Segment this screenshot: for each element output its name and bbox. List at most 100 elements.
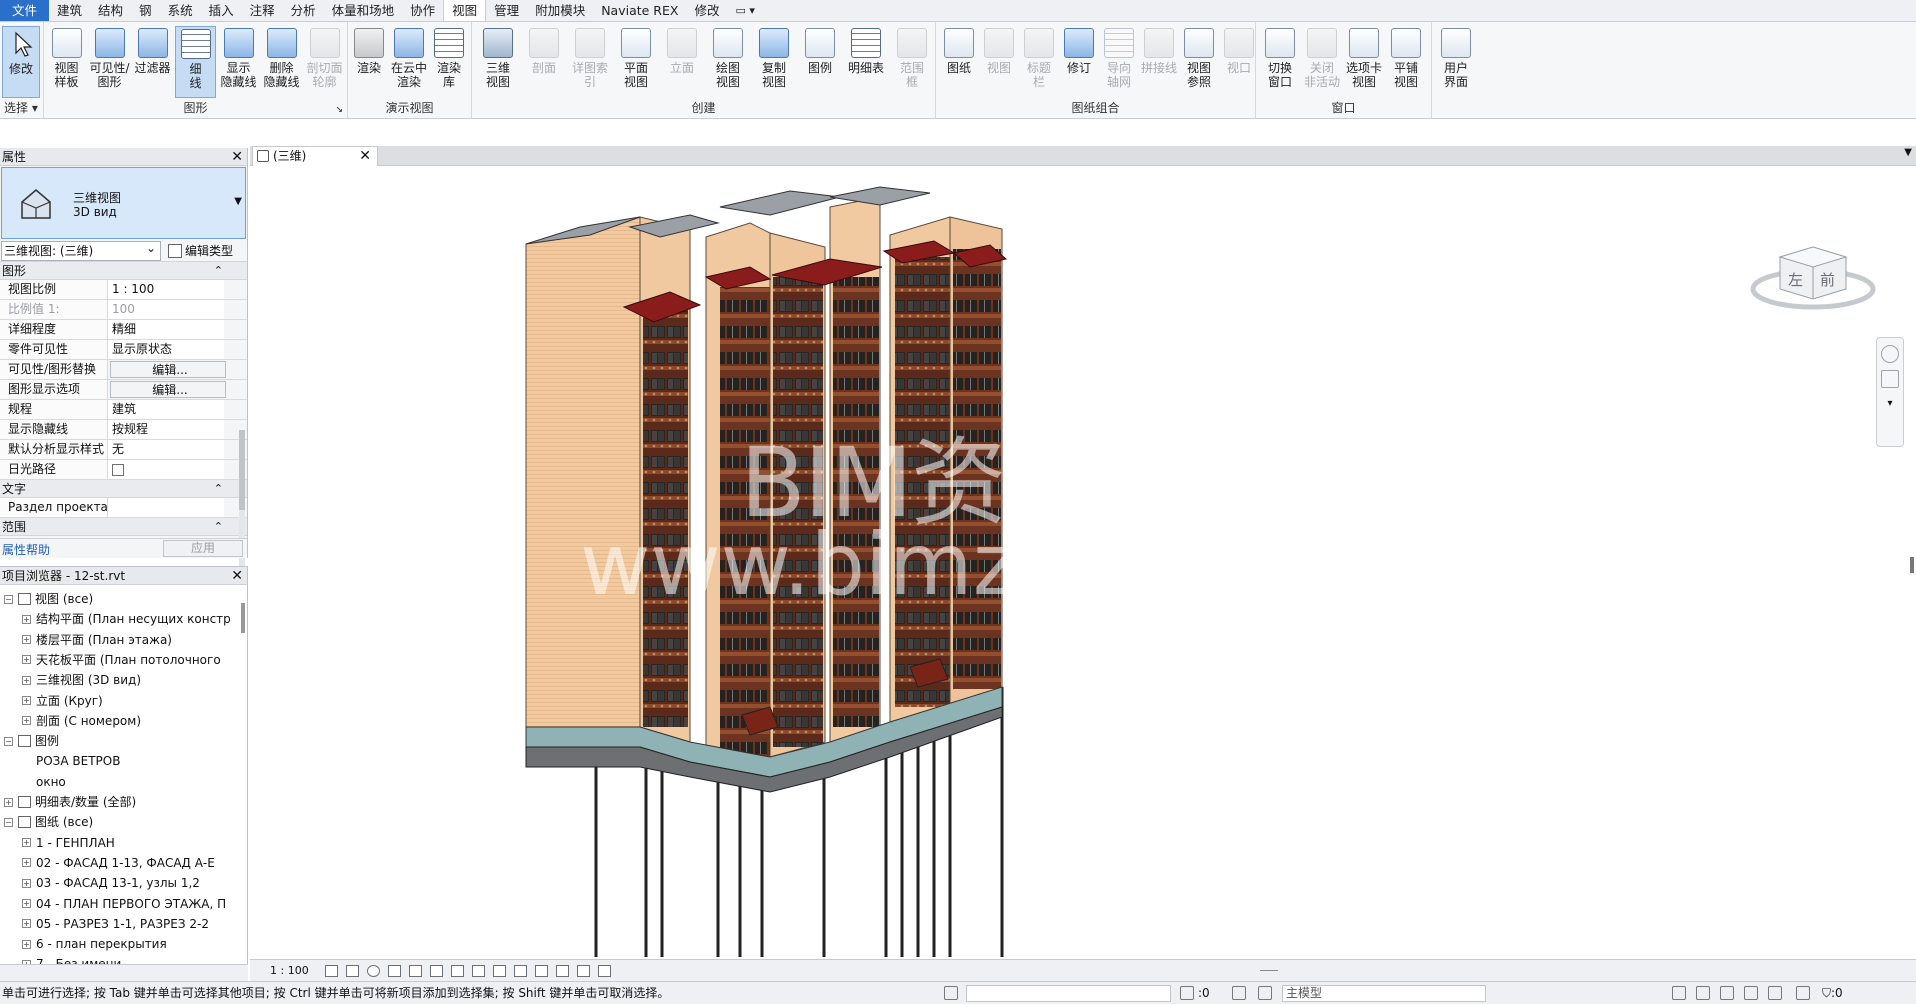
tree-node[interactable]: +05 - РАЗРЕЗ 1-1, РАЗРЕЗ 2-2 [22, 914, 209, 934]
menu-tab-13[interactable]: Naviate REX [593, 0, 686, 21]
create-button-7[interactable]: 图例 [798, 26, 842, 98]
expand-icon[interactable]: + [22, 675, 31, 685]
graphics-button-5[interactable]: 删除 隐藏线 [261, 26, 302, 98]
menu-tab-4[interactable]: 系统 [160, 0, 201, 21]
window-button-0[interactable]: 切换 窗口 [1260, 26, 1300, 98]
tree-node[interactable]: +04 - ПЛАН ПЕРВОГО ЭТАЖА, П [22, 894, 226, 914]
create-button-4[interactable]: 立面 [660, 26, 704, 98]
tree-node[interactable]: +02 - ФАСАД 1-13, ФАСАД А-Е [22, 853, 215, 873]
tree-node[interactable]: +7 - Без имени [22, 954, 121, 964]
detail-level-icon[interactable] [324, 964, 338, 977]
tree-node[interactable]: окно [22, 772, 66, 792]
graphics-button-0[interactable]: 视图 样板 [46, 26, 87, 98]
present-button-2[interactable]: 渲染 库 [430, 26, 468, 98]
property-edit-button[interactable]: 编辑... [110, 361, 226, 378]
tree-node[interactable]: +6 - план перекрытия [22, 934, 167, 954]
tree-node[interactable]: +03 - ФАСАД 13-1, узлы 1,2 [22, 873, 200, 893]
drag-elements-icon[interactable] [1768, 986, 1782, 1000]
zoom-icon[interactable] [1881, 370, 1899, 388]
edit-type-button[interactable]: 编辑类型 [168, 242, 233, 259]
sheet-button-1[interactable]: 视图 [980, 26, 1018, 98]
create-button-1[interactable]: 剖面 [522, 26, 566, 98]
graphics-button-1[interactable]: 可见性/ 图形 [89, 26, 130, 98]
close-icon[interactable]: ✕ [231, 567, 243, 585]
viewcube[interactable]: 左 前 [1748, 227, 1878, 317]
editing-requests-icon[interactable] [1232, 986, 1246, 1000]
type-selector[interactable]: 三维视图 3D вид ▼ [1, 167, 246, 239]
expand-icon[interactable]: + [22, 838, 31, 848]
expand-icon[interactable]: + [22, 858, 31, 868]
reveal-hidden-icon[interactable] [513, 964, 527, 977]
property-section-header[interactable]: 范围 [0, 518, 247, 536]
tree-node[interactable]: − 图例 [4, 731, 59, 751]
user-interface-button[interactable]: 用户 界面 [1436, 26, 1476, 98]
view-tab-3d[interactable]: (三维) ✕ [252, 146, 378, 166]
select-by-face-icon[interactable] [1744, 986, 1758, 1000]
menu-tab-7[interactable]: 分析 [283, 0, 324, 21]
present-button-1[interactable]: 在云中 渲染 [390, 26, 428, 98]
design-options-icon[interactable] [1258, 986, 1272, 1000]
menu-tab-12[interactable]: 附加模块 [527, 0, 593, 21]
tree-node[interactable]: РОЗА ВЕТРОВ [22, 751, 120, 771]
menu-tab-1[interactable]: 建筑 [49, 0, 90, 21]
collapse-icon[interactable]: − [4, 736, 13, 746]
menu-tab-2[interactable]: 结构 [90, 0, 131, 21]
expand-icon[interactable]: + [22, 939, 31, 949]
tree-node[interactable]: + 明细表/数量 (全部) [4, 792, 136, 812]
tab-menu-icon[interactable]: ▼ [1904, 147, 1912, 158]
tree-node[interactable]: + 三维视图 (3D вид) [22, 670, 141, 690]
render-icon[interactable] [408, 964, 422, 977]
menu-tab-10[interactable]: 视图 [443, 0, 487, 21]
select-panel-label[interactable]: 选择 ▾ [0, 99, 43, 116]
property-value[interactable] [108, 498, 224, 517]
filter-selection-icon[interactable] [1180, 986, 1194, 1000]
tree-node[interactable]: − 图纸 (все) [4, 812, 93, 832]
sun-path-checkbox[interactable] [112, 463, 124, 476]
graphics-button-6[interactable]: 剖切面 轮廓 [304, 26, 345, 98]
show-crop-region-icon[interactable] [450, 964, 464, 977]
chevron-down-icon[interactable]: ▾ [1881, 395, 1899, 413]
analytical-model-icon[interactable] [555, 964, 569, 977]
expand-icon[interactable]: + [4, 797, 13, 807]
viewcube-left-face[interactable]: 左 [1788, 271, 1803, 289]
graphics-button-2[interactable]: 过滤器 [132, 26, 173, 98]
collapse-icon[interactable]: − [4, 817, 13, 827]
temporary-hide-icon[interactable] [492, 964, 506, 977]
collapse-icon[interactable]: − [4, 594, 13, 604]
temporary-view-properties-icon[interactable] [534, 964, 548, 977]
present-button-0[interactable]: 渲染 [350, 26, 388, 98]
unlocked-3d-view-icon[interactable] [471, 964, 485, 977]
menu-tab-14[interactable]: 修改 [686, 0, 727, 21]
property-edit-button[interactable]: 编辑... [110, 381, 226, 398]
scrollbar-thumb[interactable] [239, 430, 245, 510]
viewcube-front-face[interactable]: 前 [1820, 271, 1835, 289]
menu-tab-3[interactable]: 钢 [131, 0, 160, 21]
create-button-5[interactable]: 绘图 视图 [706, 26, 750, 98]
tree-node[interactable]: − 视图 (все) [4, 589, 93, 609]
expand-icon[interactable]: + [22, 899, 31, 908]
select-pinned-icon[interactable] [1720, 986, 1734, 1000]
menu-tab-9[interactable]: 协作 [402, 0, 443, 21]
menu-tab-5[interactable]: 插入 [201, 0, 242, 21]
property-value[interactable]: 显示原状态 [108, 340, 224, 359]
property-value[interactable]: 按规程 [108, 420, 224, 439]
create-button-8[interactable]: 明细表 [844, 26, 888, 98]
sheet-button-0[interactable]: 图纸 [940, 26, 978, 98]
worksharing-icon[interactable] [944, 986, 958, 1000]
window-button-2[interactable]: 选项卡 视图 [1344, 26, 1384, 98]
visual-style-icon[interactable] [345, 964, 359, 977]
create-button-2[interactable]: 详图索引 [568, 26, 612, 98]
instance-selector[interactable]: 三维视图: (三维) [1, 239, 161, 261]
property-value[interactable]: 建筑 [108, 400, 224, 419]
expand-icon[interactable]: + [22, 696, 31, 705]
active-workset-selector[interactable] [966, 985, 1171, 1002]
properties-help-link[interactable]: 属性帮助 [2, 541, 50, 558]
ribbon-toggle-button[interactable]: ▭ ▾ [727, 0, 762, 21]
menu-tab-0[interactable]: 文件 [0, 0, 50, 21]
window-button-3[interactable]: 平铺 视图 [1386, 26, 1426, 98]
tree-node[interactable]: + 结构平面 (План несущих констр [22, 609, 231, 629]
tree-node[interactable]: + 天花板平面 (План потолочного [22, 650, 221, 670]
property-value[interactable]: 1 : 100 [108, 280, 224, 299]
highlight-displacement-icon[interactable] [576, 964, 590, 977]
filter-icon[interactable]: ⛉ [1822, 986, 1831, 1000]
